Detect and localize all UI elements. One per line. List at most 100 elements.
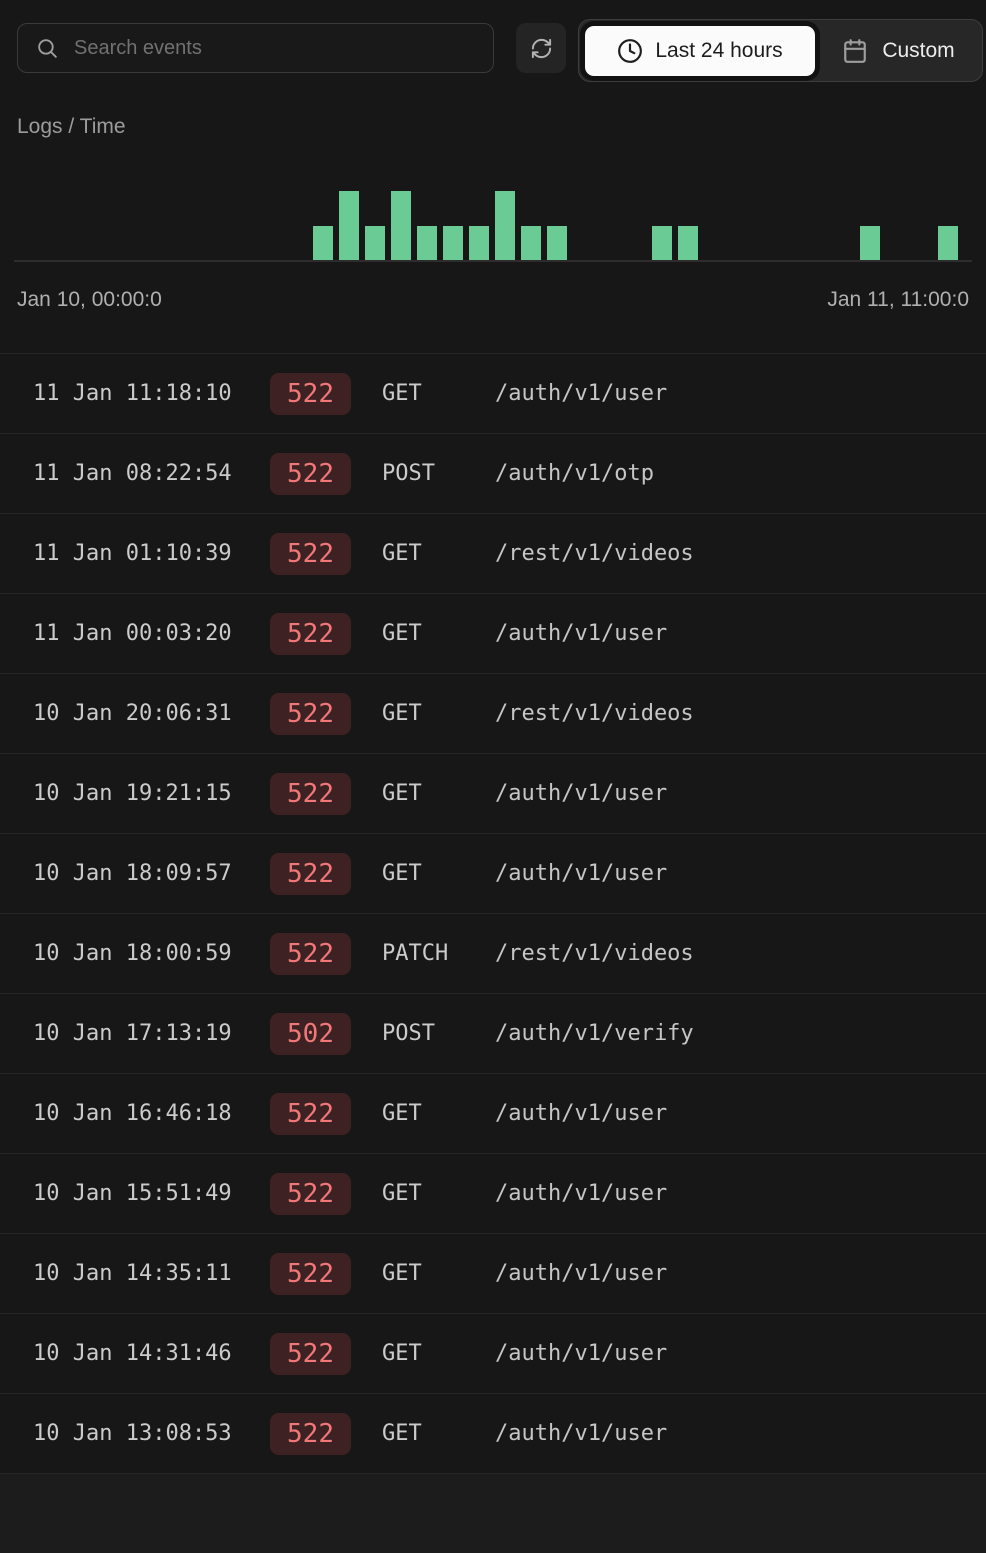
- row-timestamp: 10 Jan 16:46:18: [33, 1101, 232, 1126]
- row-path: /rest/v1/videos: [495, 941, 694, 966]
- table-row[interactable]: 11 Jan 08:22:54 522 POST /auth/v1/otp: [0, 433, 986, 513]
- row-timestamp: 10 Jan 14:35:11: [33, 1261, 232, 1286]
- row-path: /auth/v1/user: [495, 781, 668, 806]
- row-path: /auth/v1/verify: [495, 1021, 694, 1046]
- row-timestamp: 10 Jan 18:09:57: [33, 861, 232, 886]
- row-path: /rest/v1/videos: [495, 541, 694, 566]
- row-method: GET: [382, 1341, 422, 1366]
- table-row[interactable]: 10 Jan 13:08:53 522 GET /auth/v1/user: [0, 1393, 986, 1473]
- search-input[interactable]: [74, 36, 476, 60]
- row-timestamp: 11 Jan 08:22:54: [33, 461, 232, 486]
- row-path: /auth/v1/user: [495, 621, 668, 646]
- clock-icon: [617, 38, 643, 64]
- chart-bar[interactable]: [860, 225, 881, 260]
- row-method: GET: [382, 1421, 422, 1446]
- row-timestamp: 11 Jan 00:03:20: [33, 621, 232, 646]
- chart-bar[interactable]: [364, 225, 385, 260]
- row-timestamp: 10 Jan 17:13:19: [33, 1021, 232, 1046]
- chart-title: Logs / Time: [17, 115, 126, 138]
- status-badge: 522: [270, 1412, 351, 1455]
- chart-bar[interactable]: [312, 225, 333, 260]
- row-path: /auth/v1/otp: [495, 461, 654, 486]
- status-badge: 522: [270, 372, 351, 415]
- time-range-selected-label: Last 24 hours: [655, 38, 783, 62]
- row-method: GET: [382, 381, 422, 406]
- chart-bar[interactable]: [521, 225, 542, 260]
- time-range-custom-button[interactable]: Custom: [815, 20, 982, 81]
- row-method: GET: [382, 781, 422, 806]
- table-row[interactable]: 11 Jan 01:10:39 522 GET /rest/v1/videos: [0, 513, 986, 593]
- row-timestamp: 10 Jan 15:51:49: [33, 1181, 232, 1206]
- row-method: GET: [382, 1101, 422, 1126]
- row-path: /auth/v1/user: [495, 1101, 668, 1126]
- table-row[interactable]: 10 Jan 16:46:18 522 GET /auth/v1/user: [0, 1073, 986, 1153]
- status-badge: 522: [270, 772, 351, 815]
- row-timestamp: 10 Jan 19:21:15: [33, 781, 232, 806]
- time-range-group: Last 24 hours Custom: [578, 19, 983, 82]
- time-range-last-24-hours-button[interactable]: Last 24 hours: [585, 25, 815, 76]
- status-badge: 522: [270, 1172, 351, 1215]
- chart-x-axis-labels: Jan 10, 00:00:0 Jan 11, 11:00:0: [17, 288, 969, 312]
- search-box[interactable]: [17, 23, 494, 73]
- row-path: /rest/v1/videos: [495, 701, 694, 726]
- chart-bar[interactable]: [495, 191, 516, 260]
- row-method: GET: [382, 1181, 422, 1206]
- row-method: POST: [382, 1021, 435, 1046]
- chart-bar[interactable]: [547, 225, 568, 260]
- table-row[interactable]: 10 Jan 15:51:49 522 GET /auth/v1/user: [0, 1153, 986, 1233]
- status-badge: 522: [270, 932, 351, 975]
- table-row[interactable]: 10 Jan 19:21:15 522 GET /auth/v1/user: [0, 753, 986, 833]
- row-method: GET: [382, 1261, 422, 1286]
- table-row[interactable]: 11 Jan 00:03:20 522 GET /auth/v1/user: [0, 593, 986, 673]
- table-row[interactable]: 10 Jan 18:00:59 522 PATCH /rest/v1/video…: [0, 913, 986, 993]
- chart-bar[interactable]: [469, 225, 490, 260]
- table-row[interactable]: 11 Jan 11:18:10 522 GET /auth/v1/user: [0, 353, 986, 433]
- status-badge: 522: [270, 1332, 351, 1375]
- search-icon: [35, 36, 60, 61]
- table-row[interactable]: 10 Jan 14:35:11 522 GET /auth/v1/user: [0, 1233, 986, 1313]
- status-badge: 502: [270, 1012, 351, 1055]
- row-timestamp: 10 Jan 18:00:59: [33, 941, 232, 966]
- status-badge: 522: [270, 852, 351, 895]
- chart-bar[interactable]: [338, 191, 359, 260]
- row-path: /auth/v1/user: [495, 1181, 668, 1206]
- row-method: GET: [382, 541, 422, 566]
- calendar-icon: [842, 38, 868, 64]
- logs-bar-chart[interactable]: [0, 150, 986, 262]
- log-table: 11 Jan 11:18:10 522 GET /auth/v1/user 11…: [0, 353, 986, 1553]
- row-path: /auth/v1/user: [495, 1421, 668, 1446]
- row-method: GET: [382, 621, 422, 646]
- chart-bar[interactable]: [651, 225, 672, 260]
- table-row[interactable]: 10 Jan 14:31:46 522 GET /auth/v1/user: [0, 1313, 986, 1393]
- row-path: /auth/v1/user: [495, 381, 668, 406]
- table-row[interactable]: 10 Jan 17:13:19 502 POST /auth/v1/verify: [0, 993, 986, 1073]
- chart-bar[interactable]: [417, 225, 438, 260]
- row-method: GET: [382, 701, 422, 726]
- chart-x-start-label: Jan 10, 00:00:0: [17, 288, 162, 311]
- row-method: PATCH: [382, 941, 449, 966]
- status-badge: 522: [270, 1252, 351, 1295]
- row-timestamp: 10 Jan 20:06:31: [33, 701, 232, 726]
- row-path: /auth/v1/user: [495, 861, 668, 886]
- row-path: /auth/v1/user: [495, 1261, 668, 1286]
- chart-bar[interactable]: [443, 225, 464, 260]
- refresh-button[interactable]: [516, 23, 566, 73]
- row-method: GET: [382, 861, 422, 886]
- chart-x-end-label: Jan 11, 11:00:0: [827, 288, 969, 311]
- status-badge: 522: [270, 532, 351, 575]
- chart-bar[interactable]: [390, 191, 411, 260]
- table-row[interactable]: 10 Jan 18:09:57 522 GET /auth/v1/user: [0, 833, 986, 913]
- chart-x-axis-line: [14, 260, 972, 262]
- row-path: /auth/v1/user: [495, 1341, 668, 1366]
- table-row-partial[interactable]: [0, 1473, 986, 1553]
- chart-bar[interactable]: [938, 225, 959, 260]
- status-badge: 522: [270, 1092, 351, 1135]
- time-range-custom-label: Custom: [882, 38, 955, 62]
- row-timestamp: 11 Jan 01:10:39: [33, 541, 232, 566]
- row-method: POST: [382, 461, 435, 486]
- row-timestamp: 10 Jan 13:08:53: [33, 1421, 232, 1446]
- chart-bar[interactable]: [677, 225, 698, 260]
- table-row[interactable]: 10 Jan 20:06:31 522 GET /rest/v1/videos: [0, 673, 986, 753]
- status-badge: 522: [270, 452, 351, 495]
- refresh-icon: [530, 37, 553, 60]
